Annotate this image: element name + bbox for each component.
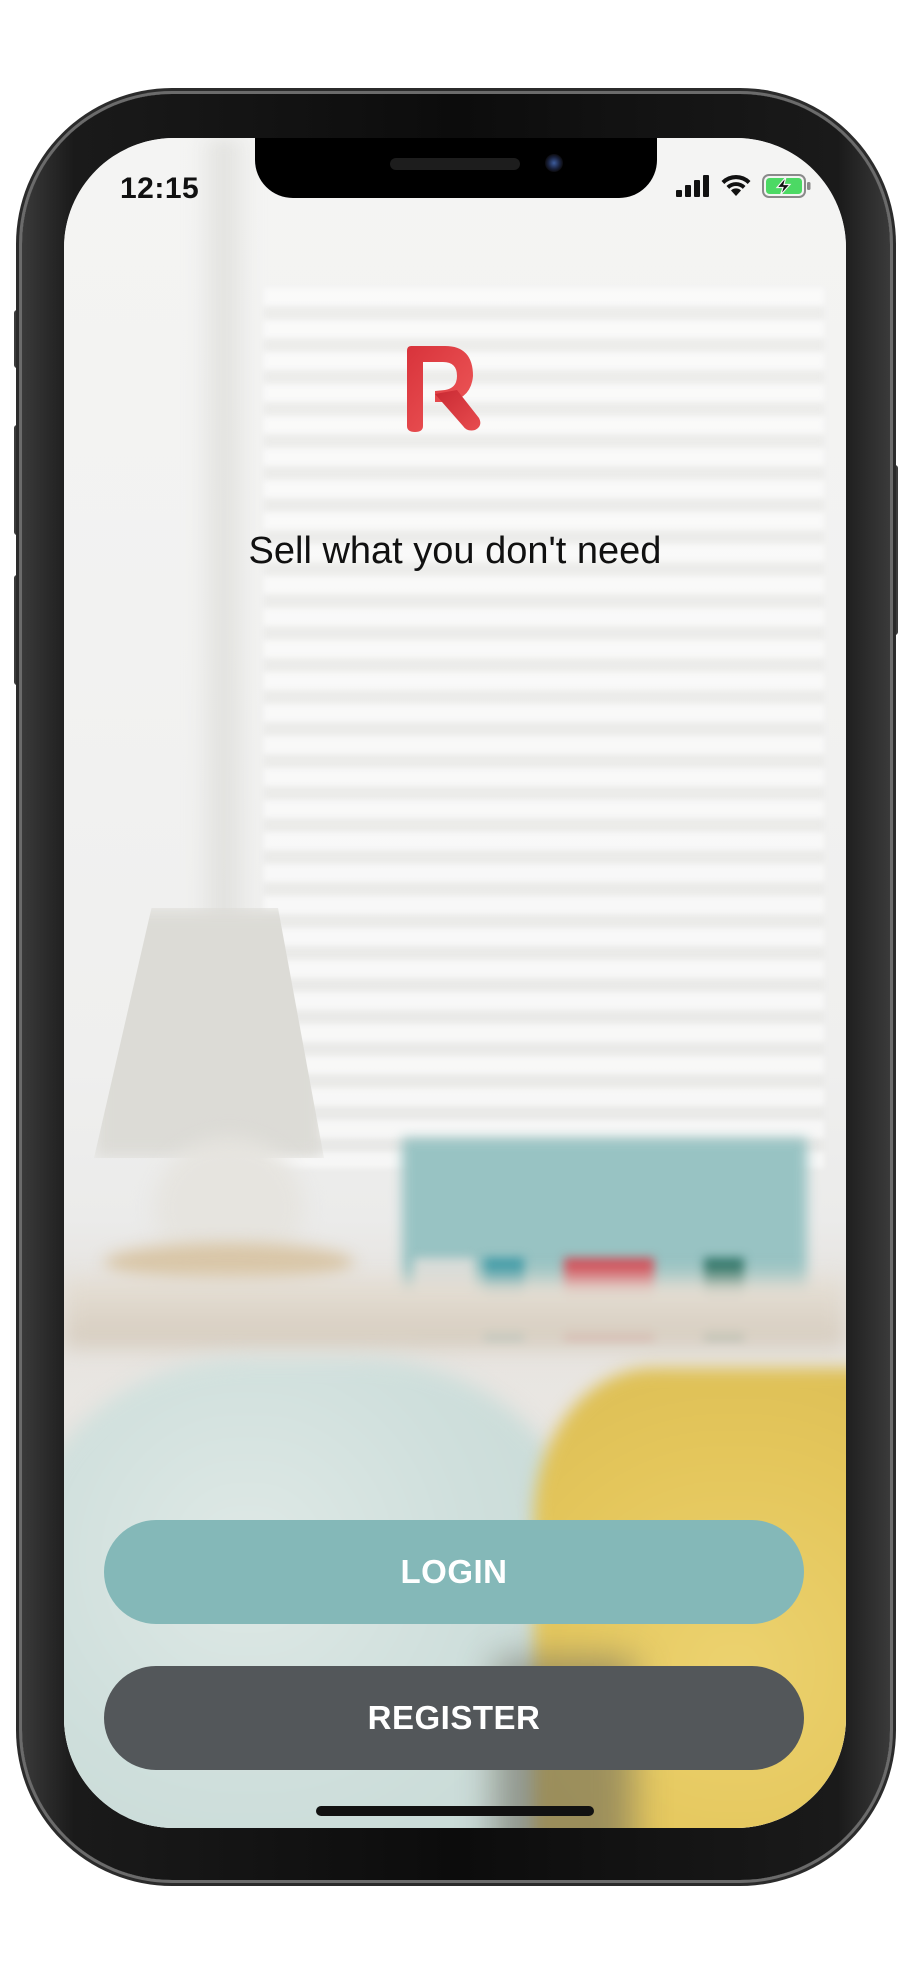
volume-down-button [14,575,22,685]
front-camera-icon [545,154,563,172]
volume-up-button [14,425,22,535]
battery-charging-icon [762,174,811,198]
device-mockup: 12:15 Sell what you don't need LOGIN REG… [0,0,912,1974]
wifi-icon [721,174,751,196]
r-logo-icon [407,346,481,432]
silent-switch [14,310,22,368]
register-button[interactable]: REGISTER [104,1666,804,1770]
cellular-signal-icon [676,175,709,197]
app-screen: 12:15 Sell what you don't need LOGIN REG… [64,138,846,1828]
tagline-text: Sell what you don't need [248,530,662,572]
status-bar-time: 12:15 [120,172,200,205]
speaker-grille [390,158,520,170]
home-indicator[interactable] [316,1806,594,1816]
login-button[interactable]: LOGIN [104,1520,804,1624]
device-notch [255,138,657,198]
background-shelf [64,1278,846,1348]
background-blinds [264,288,824,1168]
status-bar-icons [676,174,812,198]
power-button [890,465,898,635]
background-lamp-ring [104,1243,354,1283]
